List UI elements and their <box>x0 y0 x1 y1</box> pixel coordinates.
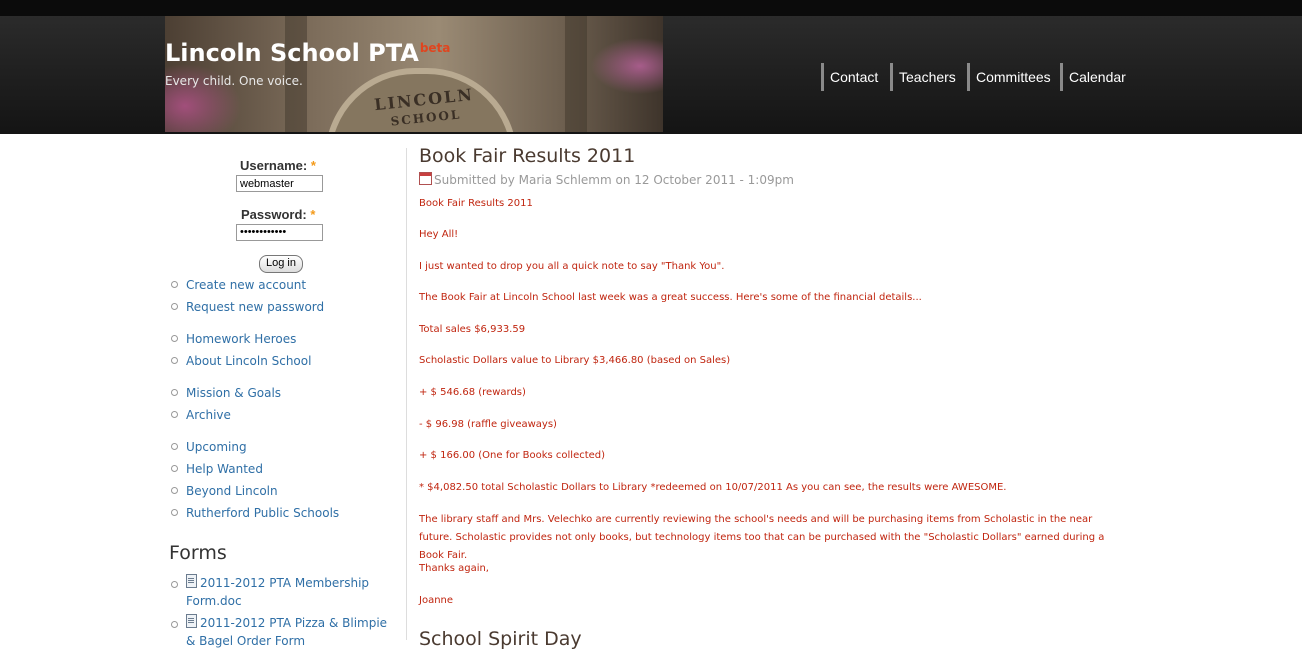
banner-pillar <box>565 16 587 132</box>
list-item: Rutherford Public Schools <box>170 502 339 524</box>
next-article-title[interactable]: School Spirit Day <box>419 628 582 650</box>
username-input[interactable] <box>236 175 323 192</box>
sidebar-item-homework-heroes[interactable]: Homework Heroes <box>186 332 296 346</box>
list-item: 2011-2012 PTA Pizza & Blimpie & Bagel Or… <box>170 614 395 650</box>
list-item: Homework Heroes <box>170 328 311 350</box>
login-button[interactable]: Log in <box>259 255 303 273</box>
list-item: Upcoming <box>170 436 339 458</box>
article-paragraph: Hey All! <box>419 229 459 240</box>
document-icon <box>186 574 197 588</box>
article-paragraph: + $ 166.00 (One for Books collected) <box>419 450 606 461</box>
article-meta: Submitted by Maria Schlemm on 12 October… <box>419 172 794 187</box>
submitted-text: Submitted by Maria Schlemm on 12 October… <box>434 173 794 187</box>
account-links: Create new account Request new password <box>170 274 324 318</box>
site-name[interactable]: Lincoln School PTAbeta <box>165 39 450 67</box>
article-paragraph: + $ 546.68 (rewards) <box>419 387 526 398</box>
list-item: Mission & Goals <box>170 382 281 404</box>
article-paragraph: - $ 96.98 (raffle giveaways) <box>419 419 557 430</box>
article-paragraph: Thanks again, <box>419 563 489 574</box>
list-item: 2011-2012 PTA Membership Form.doc <box>170 574 395 610</box>
form-membership-link[interactable]: 2011-2012 PTA Membership Form.doc <box>186 576 369 608</box>
sidebar-item-upcoming[interactable]: Upcoming <box>186 440 247 454</box>
form-pizza-order-link[interactable]: 2011-2012 PTA Pizza & Blimpie & Bagel Or… <box>186 616 387 648</box>
sidebar-item-help-wanted[interactable]: Help Wanted <box>186 462 263 476</box>
required-mark: * <box>310 207 316 222</box>
sidebar-item-archive[interactable]: Archive <box>186 408 231 422</box>
top-bar <box>0 0 1302 16</box>
article-paragraph: Total sales $6,933.59 <box>419 324 526 335</box>
sidebar-item-about-lincoln[interactable]: About Lincoln School <box>186 354 311 368</box>
list-item: Help Wanted <box>170 458 339 480</box>
beta-badge: beta <box>419 41 451 55</box>
nav-teachers[interactable]: Teachers <box>890 63 956 91</box>
password-label: Password: * <box>241 207 315 222</box>
site-name-text[interactable]: Lincoln School PTA <box>165 39 419 67</box>
article-paragraph: Scholastic Dollars value to Library $3,4… <box>419 355 731 366</box>
article-paragraph: Joanne <box>419 595 454 606</box>
article-title[interactable]: Book Fair Results 2011 <box>419 145 635 167</box>
article-paragraph: The Book Fair at Lincoln School last wee… <box>419 292 922 303</box>
username-label: Username: * <box>240 158 316 173</box>
list-item: Archive <box>170 404 281 426</box>
sidebar-menu-group2: Mission & Goals Archive <box>170 382 281 426</box>
request-password-link[interactable]: Request new password <box>186 300 324 314</box>
forms-list: 2011-2012 PTA Membership Form.doc 2011-2… <box>170 574 395 654</box>
list-item: Request new password <box>170 296 324 318</box>
nav-calendar[interactable]: Calendar <box>1060 63 1126 91</box>
nav-committees[interactable]: Committees <box>967 63 1051 91</box>
password-input[interactable]: •••••••••••• <box>236 224 323 241</box>
calendar-icon <box>419 172 432 185</box>
required-mark: * <box>310 158 316 173</box>
list-item: About Lincoln School <box>170 350 311 372</box>
sidebar-item-beyond-lincoln[interactable]: Beyond Lincoln <box>186 484 278 498</box>
username-label-text: Username: <box>240 158 308 173</box>
article-paragraph: I just wanted to drop you all a quick no… <box>419 261 725 272</box>
article-paragraph: The library staff and Mrs. Velechko are … <box>419 514 1105 561</box>
sidebar-item-rutherford-schools[interactable]: Rutherford Public Schools <box>186 506 339 520</box>
list-item: Beyond Lincoln <box>170 480 339 502</box>
article-paragraph: Book Fair Results 2011 <box>419 198 533 209</box>
create-account-link[interactable]: Create new account <box>186 278 306 292</box>
forms-heading: Forms <box>169 542 227 564</box>
article-paragraph: * $4,082.50 total Scholastic Dollars to … <box>419 482 1007 493</box>
site-slogan: Every child. One voice. <box>165 74 303 88</box>
sidebar-menu-group1: Homework Heroes About Lincoln School <box>170 328 311 372</box>
document-icon <box>186 614 197 628</box>
sidebar-menu-group3: Upcoming Help Wanted Beyond Lincoln Ruth… <box>170 436 339 524</box>
nav-contact[interactable]: Contact <box>821 63 878 91</box>
password-label-text: Password: <box>241 207 307 222</box>
column-divider <box>406 148 407 640</box>
list-item: Create new account <box>170 274 324 296</box>
sidebar-item-mission-goals[interactable]: Mission & Goals <box>186 386 281 400</box>
